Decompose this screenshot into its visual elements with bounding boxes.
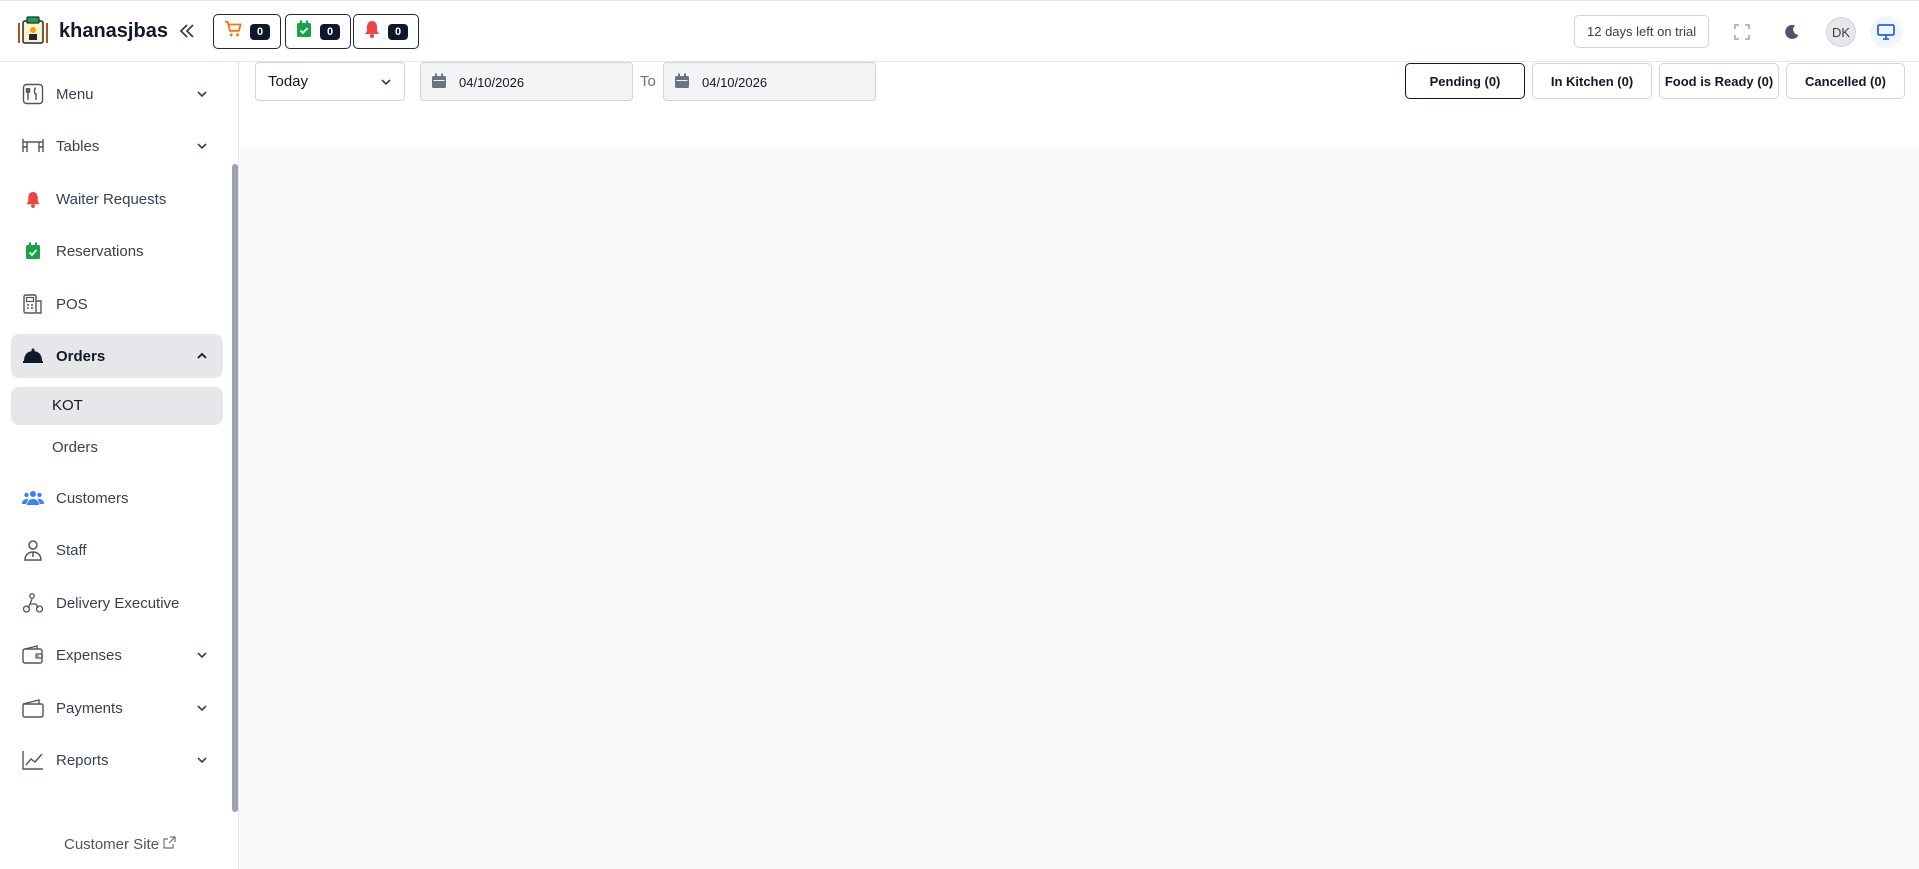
trial-status-badge[interactable]: 12 days left on trial	[1574, 15, 1710, 48]
tab-food-is-ready[interactable]: Food is Ready (0)	[1659, 63, 1779, 99]
dark-mode-toggle[interactable]	[1776, 16, 1808, 48]
monitor-icon	[1877, 24, 1895, 40]
calendar-icon	[431, 73, 447, 92]
sidebar-item-payments[interactable]: Payments	[11, 686, 223, 730]
table-icon	[22, 135, 44, 157]
tab-in-kitchen[interactable]: In Kitchen (0)	[1532, 63, 1652, 99]
sidebar-scrollbar[interactable]	[232, 164, 238, 812]
sidebar-subitem-kot[interactable]: KOT	[11, 387, 223, 425]
customer-site-label: Customer Site	[64, 836, 160, 853]
sidebar-item-staff[interactable]: Staff	[11, 528, 223, 572]
sidebar-item-customers[interactable]: Customers	[11, 476, 223, 520]
top-bar: khanasjbas 0 0 0 12 days left on trial D…	[0, 0, 1919, 62]
cloche-icon	[22, 345, 44, 367]
sidebar-item-label: Waiter Requests	[56, 190, 167, 208]
date-range-to-label: To	[640, 73, 656, 90]
sidebar-item-label: Reports	[56, 751, 109, 769]
chevron-down-icon	[195, 87, 209, 101]
reservations-count-badge: 0	[320, 23, 340, 40]
cart-counter-button[interactable]: 0	[213, 14, 281, 49]
app-logo-icon	[17, 15, 49, 47]
date-range-select[interactable]: Today	[255, 62, 405, 101]
waiter-requests-counter-button[interactable]: 0	[353, 14, 419, 49]
chevron-down-icon	[195, 648, 209, 662]
sidebar-item-reservations[interactable]: Reservations	[11, 229, 223, 273]
bell-icon	[364, 20, 380, 43]
moon-icon	[1785, 24, 1799, 39]
sidebar-item-expenses[interactable]: Expenses	[11, 633, 223, 677]
chevron-down-icon	[195, 753, 209, 767]
end-date-value: 04/10/2026	[702, 75, 768, 90]
sidebar-item-label: Payments	[56, 699, 123, 717]
sidebar-item-delivery-executive[interactable]: Delivery Executive	[11, 581, 223, 625]
double-chevron-left-icon	[179, 24, 194, 38]
start-date-input[interactable]: 04/10/2026	[420, 62, 633, 101]
sidebar-item-label: Orders	[56, 347, 106, 365]
main-content: Today 04/10/2026 To 04/10/2026 Pending (…	[240, 62, 1919, 869]
sidebar-item-label: Reservations	[56, 242, 144, 260]
chart-line-icon	[22, 749, 44, 771]
calendar-check-icon	[22, 240, 44, 262]
utensils-icon	[22, 83, 44, 105]
sidebar-item-tables[interactable]: Tables	[11, 124, 223, 168]
customer-site-link[interactable]: Customer Site	[64, 836, 176, 853]
app-name: khanasjbas	[59, 20, 168, 42]
pos-icon	[22, 293, 44, 315]
chevron-up-icon	[195, 349, 209, 363]
external-link-icon	[163, 836, 176, 853]
collapse-sidebar-button[interactable]	[175, 19, 199, 43]
bell-icon	[22, 188, 44, 210]
reservations-counter-button[interactable]: 0	[285, 14, 351, 49]
sidebar-item-label: Menu	[56, 85, 94, 103]
date-range-value: Today	[268, 73, 309, 90]
users-icon	[22, 487, 44, 509]
calendar-icon	[674, 73, 690, 92]
sidebar-subitem-label: KOT	[52, 397, 83, 414]
tab-pending[interactable]: Pending (0)	[1405, 63, 1525, 99]
sidebar-item-pos[interactable]: POS	[11, 282, 223, 326]
sidebar-item-label: Staff	[56, 541, 87, 559]
fullscreen-button[interactable]	[1726, 16, 1758, 48]
cart-icon	[224, 20, 242, 43]
sidebar-item-label: Expenses	[56, 646, 122, 664]
sidebar-item-menu[interactable]: Menu	[11, 72, 223, 116]
wallet-icon	[22, 644, 44, 666]
sidebar-item-waiter-requests[interactable]: Waiter Requests	[11, 177, 223, 221]
sidebar-item-orders[interactable]: Orders	[11, 334, 223, 378]
cart-count-badge: 0	[250, 23, 270, 40]
filter-bar: Today 04/10/2026 To 04/10/2026 Pending (…	[240, 62, 1919, 147]
chevron-down-icon	[195, 701, 209, 715]
calendar-check-icon	[296, 20, 312, 43]
chevron-down-icon	[195, 139, 209, 153]
sidebar-item-label: Customers	[56, 489, 129, 507]
tab-cancelled[interactable]: Cancelled (0)	[1786, 63, 1905, 99]
sidebar-item-label: POS	[56, 295, 88, 313]
payments-icon	[22, 697, 44, 719]
waiter-requests-count-badge: 0	[388, 23, 408, 40]
sidebar-item-label: Tables	[56, 137, 100, 155]
end-date-input[interactable]: 04/10/2026	[663, 62, 876, 101]
start-date-value: 04/10/2026	[459, 75, 525, 90]
chevron-down-icon	[380, 75, 392, 92]
user-avatar[interactable]: DK	[1826, 17, 1856, 47]
sidebar: Menu Tables Waiter Requests Reservations…	[0, 62, 239, 869]
staff-icon	[22, 539, 44, 561]
fullscreen-icon	[1734, 24, 1750, 40]
sidebar-subitem-orders[interactable]: Orders	[11, 429, 223, 467]
scooter-icon	[22, 592, 44, 614]
sidebar-item-label: Delivery Executive	[56, 594, 180, 612]
sidebar-item-reports[interactable]: Reports	[11, 738, 223, 782]
desktop-view-button[interactable]	[1870, 16, 1902, 48]
sidebar-subitem-label: Orders	[52, 439, 98, 456]
